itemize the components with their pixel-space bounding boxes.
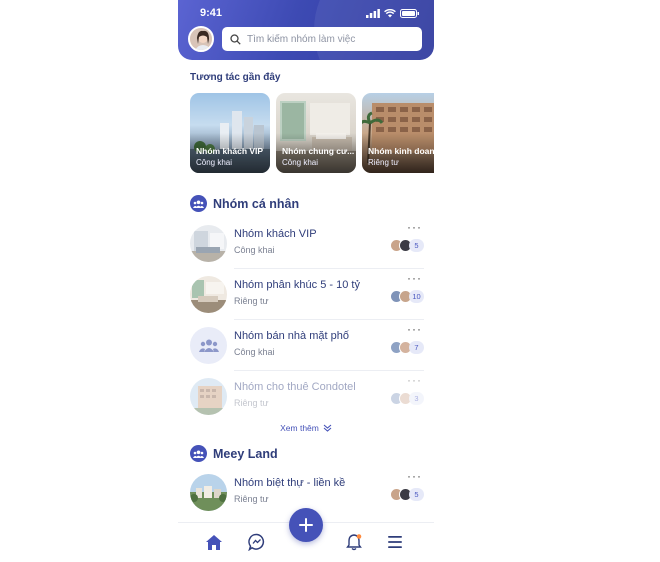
member-avatars: 3 [390, 392, 424, 405]
group-name: Nhóm biệt thự - liền kề [234, 477, 346, 489]
more-options-icon[interactable]: ··· [407, 373, 422, 387]
recent-card[interactable]: Nhóm kinh doanh Riêng tư [362, 93, 434, 173]
member-avatars: 10 [390, 290, 424, 303]
group-row[interactable]: Nhóm cho thuê Condotel Riêng tư ··· 3 [188, 371, 434, 421]
chevron-double-down-icon [323, 424, 332, 432]
group-row[interactable]: Nhóm khách VIP Công khai ··· 5 [188, 218, 434, 268]
tab-menu[interactable] [384, 531, 406, 553]
wifi-icon [384, 9, 396, 18]
tab-chat[interactable] [246, 531, 268, 553]
search-bar[interactable]: Tìm kiếm nhóm làm việc [222, 27, 422, 51]
group-name: Nhóm phân khúc 5 - 10 tỷ [234, 279, 360, 291]
see-more-link[interactable]: Xem thêm [178, 423, 434, 433]
group-privacy: Riêng tư [234, 398, 269, 408]
group-privacy: Công khai [234, 347, 275, 357]
group-icon [198, 339, 219, 352]
group-name: Nhóm cho thuê Condotel [234, 381, 356, 393]
recent-card[interactable]: Nhóm chung cư... Công khai [276, 93, 356, 173]
plus-icon [299, 518, 313, 532]
group-thumbnail [190, 378, 227, 415]
status-time: 9:41 [200, 7, 223, 19]
more-options-icon[interactable]: ··· [407, 322, 422, 336]
group-row[interactable]: Nhóm bán nhà mặt phố Công khai ··· 7 [188, 320, 434, 370]
member-count: 3 [409, 392, 424, 405]
signal-icon [366, 9, 380, 18]
search-placeholder[interactable]: Tìm kiếm nhóm làm việc [247, 34, 355, 45]
meey-groups-header: Meey Land [190, 445, 278, 462]
card-title: Nhóm khách VIP [196, 146, 264, 156]
header: 9:41 Tìm kiếm nhóm làm việc [178, 0, 434, 60]
group-icon [190, 445, 207, 462]
bell-icon [346, 534, 362, 551]
group-privacy: Công khai [234, 245, 275, 255]
group-privacy: Riêng tư [234, 494, 269, 504]
recent-title: Tương tác gần đây [190, 72, 281, 83]
recent-card[interactable]: Nhóm khách VIP Công khai [190, 93, 270, 173]
member-count: 5 [409, 488, 424, 501]
tab-home[interactable] [203, 531, 225, 553]
member-count: 7 [409, 341, 424, 354]
recent-cards: Nhóm khách VIP Công khai Nhóm chung cư..… [190, 93, 434, 173]
search-icon [230, 33, 241, 45]
member-count: 10 [409, 290, 424, 303]
group-name: Nhóm bán nhà mặt phố [234, 330, 349, 342]
app-screen: 9:41 Tìm kiếm nhóm làm việc Tương tác gầ… [178, 0, 434, 562]
group-thumbnail [190, 327, 227, 364]
more-options-icon[interactable]: ··· [407, 220, 422, 234]
member-avatars: 5 [390, 239, 424, 252]
chat-icon [248, 533, 265, 551]
battery-icon [400, 9, 419, 18]
personal-groups-header: Nhóm cá nhân [190, 195, 299, 212]
see-more-label[interactable]: Xem thêm [280, 423, 319, 433]
card-subtitle: Riêng tư [368, 158, 399, 167]
card-subtitle: Công khai [282, 158, 319, 167]
member-avatars: 5 [390, 488, 424, 501]
group-privacy: Riêng tư [234, 296, 269, 306]
home-icon [206, 534, 222, 550]
group-thumbnail [190, 276, 227, 313]
tab-notifications[interactable] [343, 531, 365, 553]
card-title: Nhóm chung cư... [282, 146, 355, 156]
avatar[interactable] [188, 26, 214, 52]
section-title: Nhóm cá nhân [213, 196, 300, 211]
menu-icon [388, 536, 402, 548]
add-group-button[interactable] [289, 508, 323, 542]
group-icon [190, 195, 207, 212]
member-avatars: 7 [390, 341, 424, 354]
group-thumbnail [190, 474, 227, 511]
more-options-icon[interactable]: ··· [407, 469, 422, 483]
group-name: Nhóm khách VIP [234, 228, 317, 240]
section-title: Meey Land [213, 446, 278, 461]
more-options-icon[interactable]: ··· [407, 271, 422, 285]
card-subtitle: Công khai [196, 158, 233, 167]
group-row[interactable]: Nhóm phân khúc 5 - 10 tỷ Riêng tư ··· 10 [188, 269, 434, 319]
card-title: Nhóm kinh doanh [368, 146, 434, 156]
member-count: 5 [409, 239, 424, 252]
status-icons [366, 9, 420, 18]
group-thumbnail [190, 225, 227, 262]
